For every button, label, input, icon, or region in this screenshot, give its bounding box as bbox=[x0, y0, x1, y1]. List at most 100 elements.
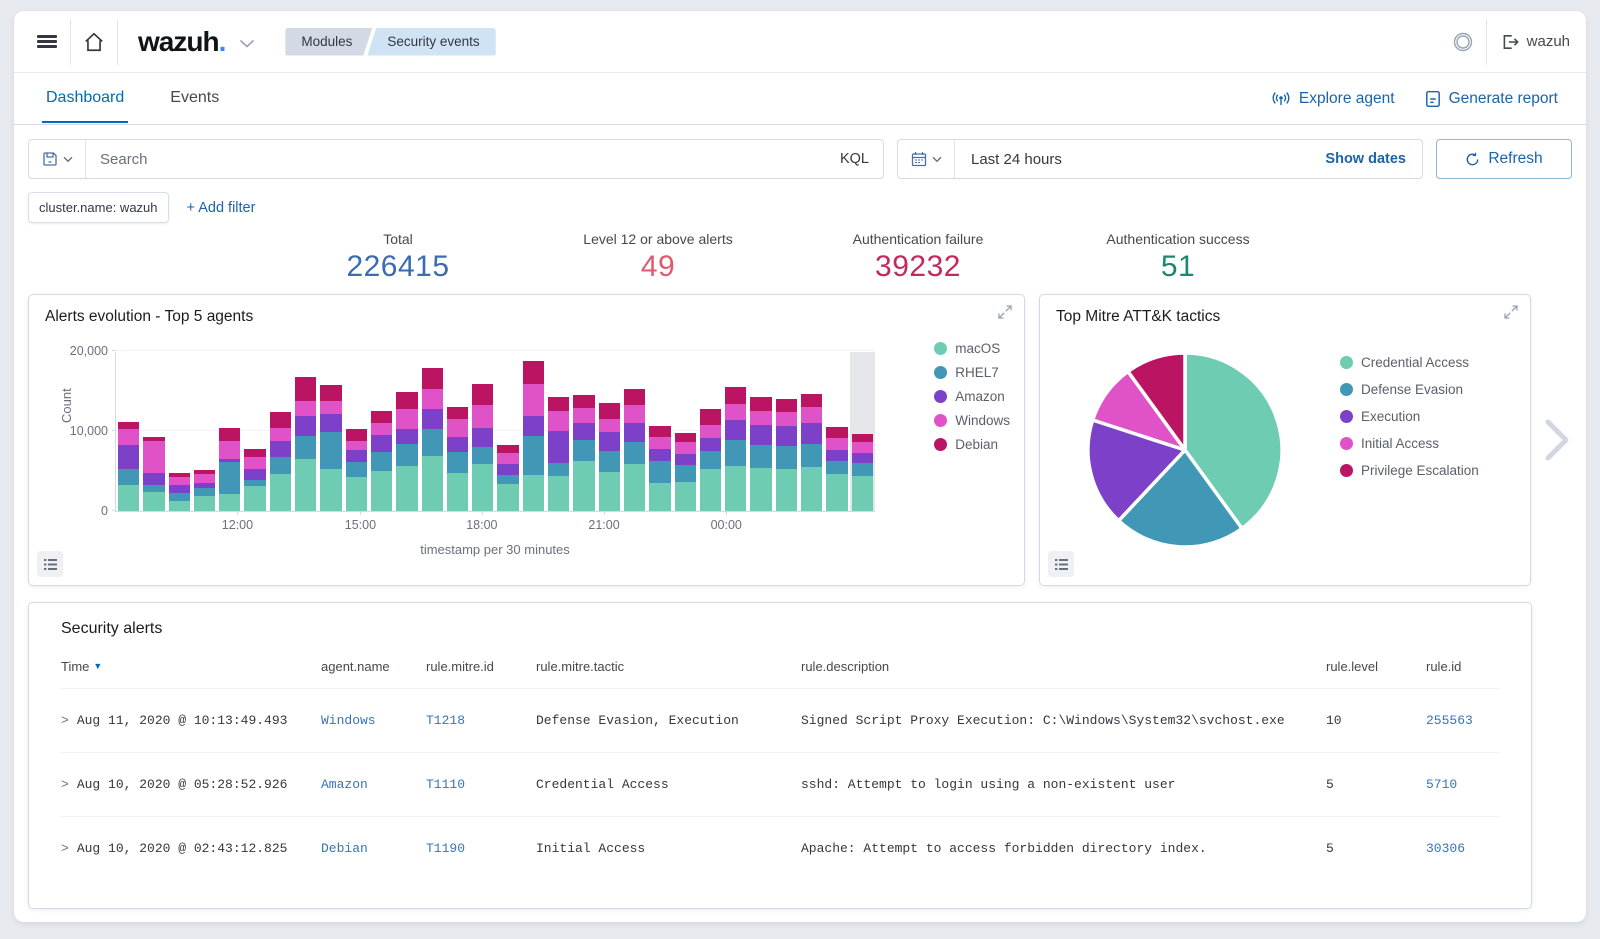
legend-item-debian[interactable]: Debian bbox=[934, 437, 1010, 452]
bar-segment-rhel7[interactable] bbox=[194, 488, 215, 496]
bar-segment-windows[interactable] bbox=[447, 419, 468, 437]
bar-segment-rhel7[interactable] bbox=[295, 436, 316, 459]
bar-segment-debian[interactable] bbox=[700, 409, 721, 425]
wazuh-logo[interactable]: wazuh. bbox=[138, 26, 225, 58]
bar-segment-rhel7[interactable] bbox=[270, 457, 291, 474]
bar-segment-amazon[interactable] bbox=[599, 432, 620, 451]
show-dates-button[interactable]: Show dates bbox=[1309, 151, 1422, 167]
stacked-bar[interactable] bbox=[573, 395, 594, 511]
bar-segment-debian[interactable] bbox=[750, 397, 771, 411]
bar-segment-windows[interactable] bbox=[725, 404, 746, 420]
bar-segment-debian[interactable] bbox=[244, 449, 265, 456]
stacked-bar[interactable] bbox=[295, 377, 316, 511]
bar-segment-windows[interactable] bbox=[118, 429, 139, 445]
bar-segment-macos[interactable] bbox=[244, 486, 265, 511]
expand-row-icon[interactable]: > bbox=[61, 713, 69, 728]
legend-item-initial-access[interactable]: Initial Access bbox=[1340, 436, 1479, 451]
legend-item-execution[interactable]: Execution bbox=[1340, 409, 1479, 424]
bar-segment-rhel7[interactable] bbox=[219, 462, 240, 494]
stacked-bar[interactable] bbox=[725, 387, 746, 511]
bar-segment-debian[interactable] bbox=[776, 399, 797, 412]
bar-segment-windows[interactable] bbox=[472, 405, 493, 427]
bar-segment-debian[interactable] bbox=[396, 392, 417, 410]
legend-item-defense-evasion[interactable]: Defense Evasion bbox=[1340, 382, 1479, 397]
chevron-down-icon[interactable] bbox=[239, 39, 255, 49]
stacked-bar[interactable] bbox=[118, 422, 139, 511]
add-filter-button[interactable]: + Add filter bbox=[187, 200, 256, 216]
stacked-bar[interactable] bbox=[599, 403, 620, 511]
health-status-icon[interactable] bbox=[1440, 19, 1486, 65]
cell-agent-name[interactable]: Windows bbox=[321, 713, 426, 728]
bar-segment-windows[interactable] bbox=[295, 401, 316, 416]
bar-segment-amazon[interactable] bbox=[422, 409, 443, 430]
bar-segment-amazon[interactable] bbox=[396, 429, 417, 444]
bar-segment-amazon[interactable] bbox=[776, 426, 797, 446]
bar-segment-debian[interactable] bbox=[624, 389, 645, 405]
bar-segment-macos[interactable] bbox=[118, 485, 139, 511]
bar-segment-rhel7[interactable] bbox=[118, 469, 139, 486]
quick-select-time-button[interactable] bbox=[898, 140, 955, 178]
bar-segment-amazon[interactable] bbox=[573, 423, 594, 440]
kql-language-button[interactable]: KQL bbox=[826, 151, 883, 167]
column-header-time[interactable]: Time▼ bbox=[61, 659, 321, 674]
bar-segment-rhel7[interactable] bbox=[624, 442, 645, 464]
bar-segment-windows[interactable] bbox=[548, 411, 569, 431]
expand-row-icon[interactable]: > bbox=[61, 841, 69, 856]
bar-segment-amazon[interactable] bbox=[624, 423, 645, 442]
bar-segment-rhel7[interactable] bbox=[422, 429, 443, 455]
bar-segment-rhel7[interactable] bbox=[371, 452, 392, 471]
cell-rule-id[interactable]: 30306 bbox=[1426, 841, 1521, 856]
bar-segment-macos[interactable] bbox=[852, 476, 873, 511]
bar-segment-debian[interactable] bbox=[295, 377, 316, 400]
bar-segment-windows[interactable] bbox=[320, 401, 341, 414]
stacked-bar[interactable] bbox=[801, 394, 822, 511]
bar-segment-debian[interactable] bbox=[497, 445, 518, 454]
bar-segment-windows[interactable] bbox=[219, 441, 240, 459]
bar-segment-macos[interactable] bbox=[346, 477, 367, 511]
bar-segment-windows[interactable] bbox=[599, 419, 620, 432]
bar-segment-rhel7[interactable] bbox=[826, 461, 847, 474]
table-row[interactable]: >Aug 11, 2020 @ 10:13:49.493WindowsT1218… bbox=[61, 688, 1499, 752]
bar-segment-windows[interactable] bbox=[573, 408, 594, 423]
stacked-bar[interactable] bbox=[396, 392, 417, 511]
bar-segment-macos[interactable] bbox=[143, 492, 164, 511]
bar-segment-amazon[interactable] bbox=[346, 450, 367, 462]
sort-descending-icon[interactable]: ▼ bbox=[93, 661, 102, 671]
bar-segment-rhel7[interactable] bbox=[573, 440, 594, 462]
bar-segment-rhel7[interactable] bbox=[700, 451, 721, 469]
stacked-bar[interactable] bbox=[194, 470, 215, 511]
generate-report-button[interactable]: Generate report bbox=[1425, 90, 1558, 108]
bar-segment-windows[interactable] bbox=[396, 409, 417, 428]
bar-segment-rhel7[interactable] bbox=[776, 446, 797, 468]
bar-segment-macos[interactable] bbox=[219, 494, 240, 511]
stacked-bar[interactable] bbox=[700, 409, 721, 511]
legend-item-windows[interactable]: Windows bbox=[934, 413, 1010, 428]
search-input[interactable] bbox=[86, 151, 826, 168]
column-header-rule-mitre-tactic[interactable]: rule.mitre.tactic bbox=[536, 659, 801, 674]
bar-segment-amazon[interactable] bbox=[497, 464, 518, 475]
bar-segment-amazon[interactable] bbox=[750, 425, 771, 445]
cell-agent-name[interactable]: Debian bbox=[321, 841, 426, 856]
bar-segment-windows[interactable] bbox=[371, 423, 392, 435]
expand-panel-icon[interactable] bbox=[1504, 305, 1518, 319]
cell-rule-id[interactable]: 5710 bbox=[1426, 777, 1521, 792]
bar-segment-macos[interactable] bbox=[270, 474, 291, 511]
stacked-bar[interactable] bbox=[143, 437, 164, 511]
bar-segment-amazon[interactable] bbox=[700, 438, 721, 451]
bar-segment-debian[interactable] bbox=[573, 395, 594, 408]
bar-segment-debian[interactable] bbox=[548, 397, 569, 411]
stacked-bar[interactable] bbox=[270, 412, 291, 511]
bar-segment-rhel7[interactable] bbox=[320, 432, 341, 469]
bar-segment-debian[interactable] bbox=[725, 387, 746, 404]
bar-segment-windows[interactable] bbox=[270, 428, 291, 442]
bar-segment-macos[interactable] bbox=[725, 466, 746, 511]
stacked-bar[interactable] bbox=[244, 449, 265, 511]
bar-segment-amazon[interactable] bbox=[826, 450, 847, 461]
bar-segment-debian[interactable] bbox=[219, 428, 240, 442]
bar-segment-macos[interactable] bbox=[599, 472, 620, 511]
stacked-bar[interactable] bbox=[750, 397, 771, 511]
bar-segment-windows[interactable] bbox=[244, 457, 265, 470]
saved-queries-button[interactable] bbox=[29, 140, 86, 178]
panel-inspect-icon[interactable] bbox=[37, 551, 63, 577]
bar-segment-debian[interactable] bbox=[523, 361, 544, 384]
